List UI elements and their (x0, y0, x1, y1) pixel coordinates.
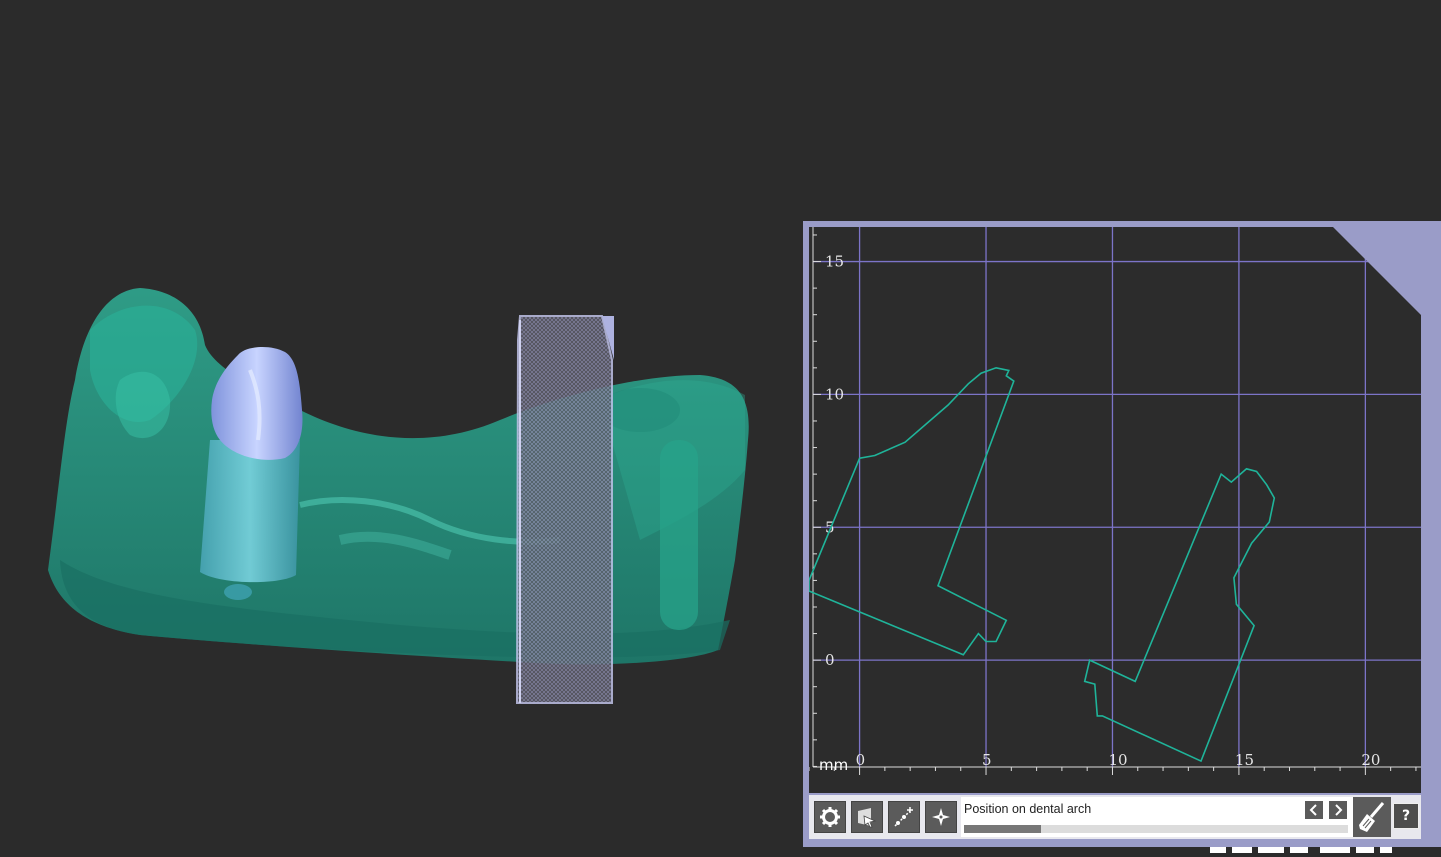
x-tick-label: 0 (856, 751, 866, 769)
clear-button[interactable] (1353, 797, 1391, 837)
y-tick-label: 0 (825, 651, 835, 669)
section-toolbar: Position on dental arch ? (809, 795, 1421, 839)
cut-view-icon (858, 808, 877, 828)
gear-icon (820, 807, 840, 827)
section-outline (809, 366, 1015, 656)
help-button[interactable]: ? (1393, 803, 1419, 829)
y-tick-label: 10 (825, 385, 844, 403)
previous-button[interactable] (1305, 801, 1323, 819)
unit-label: mm (819, 756, 848, 774)
footer-logo-fragment (1210, 838, 1410, 853)
panel-corner-handle[interactable] (1333, 227, 1421, 315)
section-outline (1083, 467, 1276, 763)
add-point-icon (894, 807, 913, 827)
broom-icon (1359, 802, 1385, 832)
add-point-button[interactable] (888, 801, 920, 833)
y-tick-label: 15 (825, 253, 844, 271)
cross-section-plot[interactable]: 0 5 10 15 20 0 5 10 15 mm (809, 227, 1421, 793)
progress-bar (964, 825, 1348, 833)
center-button[interactable] (925, 801, 957, 833)
status-area: Position on dental arch (961, 797, 1353, 837)
center-icon (932, 808, 950, 826)
settings-button[interactable] (814, 801, 846, 833)
progress-fill (964, 825, 1041, 833)
x-tick-label: 20 (1361, 751, 1380, 769)
x-tick-label: 5 (982, 751, 992, 769)
status-text: Position on dental arch (964, 802, 1092, 816)
cut-view-button[interactable] (851, 801, 883, 833)
chevron-right-icon (1335, 804, 1343, 816)
cross-section-panel: 0 5 10 15 20 0 5 10 15 mm Position on de… (803, 221, 1441, 847)
cross-section-chart: 0 5 10 15 20051015mm (809, 227, 1421, 775)
x-tick-label: 15 (1235, 751, 1254, 769)
implant-analog (200, 440, 300, 583)
x-tick-label: 10 (1108, 751, 1127, 769)
section-plane[interactable] (515, 315, 613, 704)
next-button[interactable] (1329, 801, 1347, 819)
chevron-left-icon (1309, 804, 1317, 816)
